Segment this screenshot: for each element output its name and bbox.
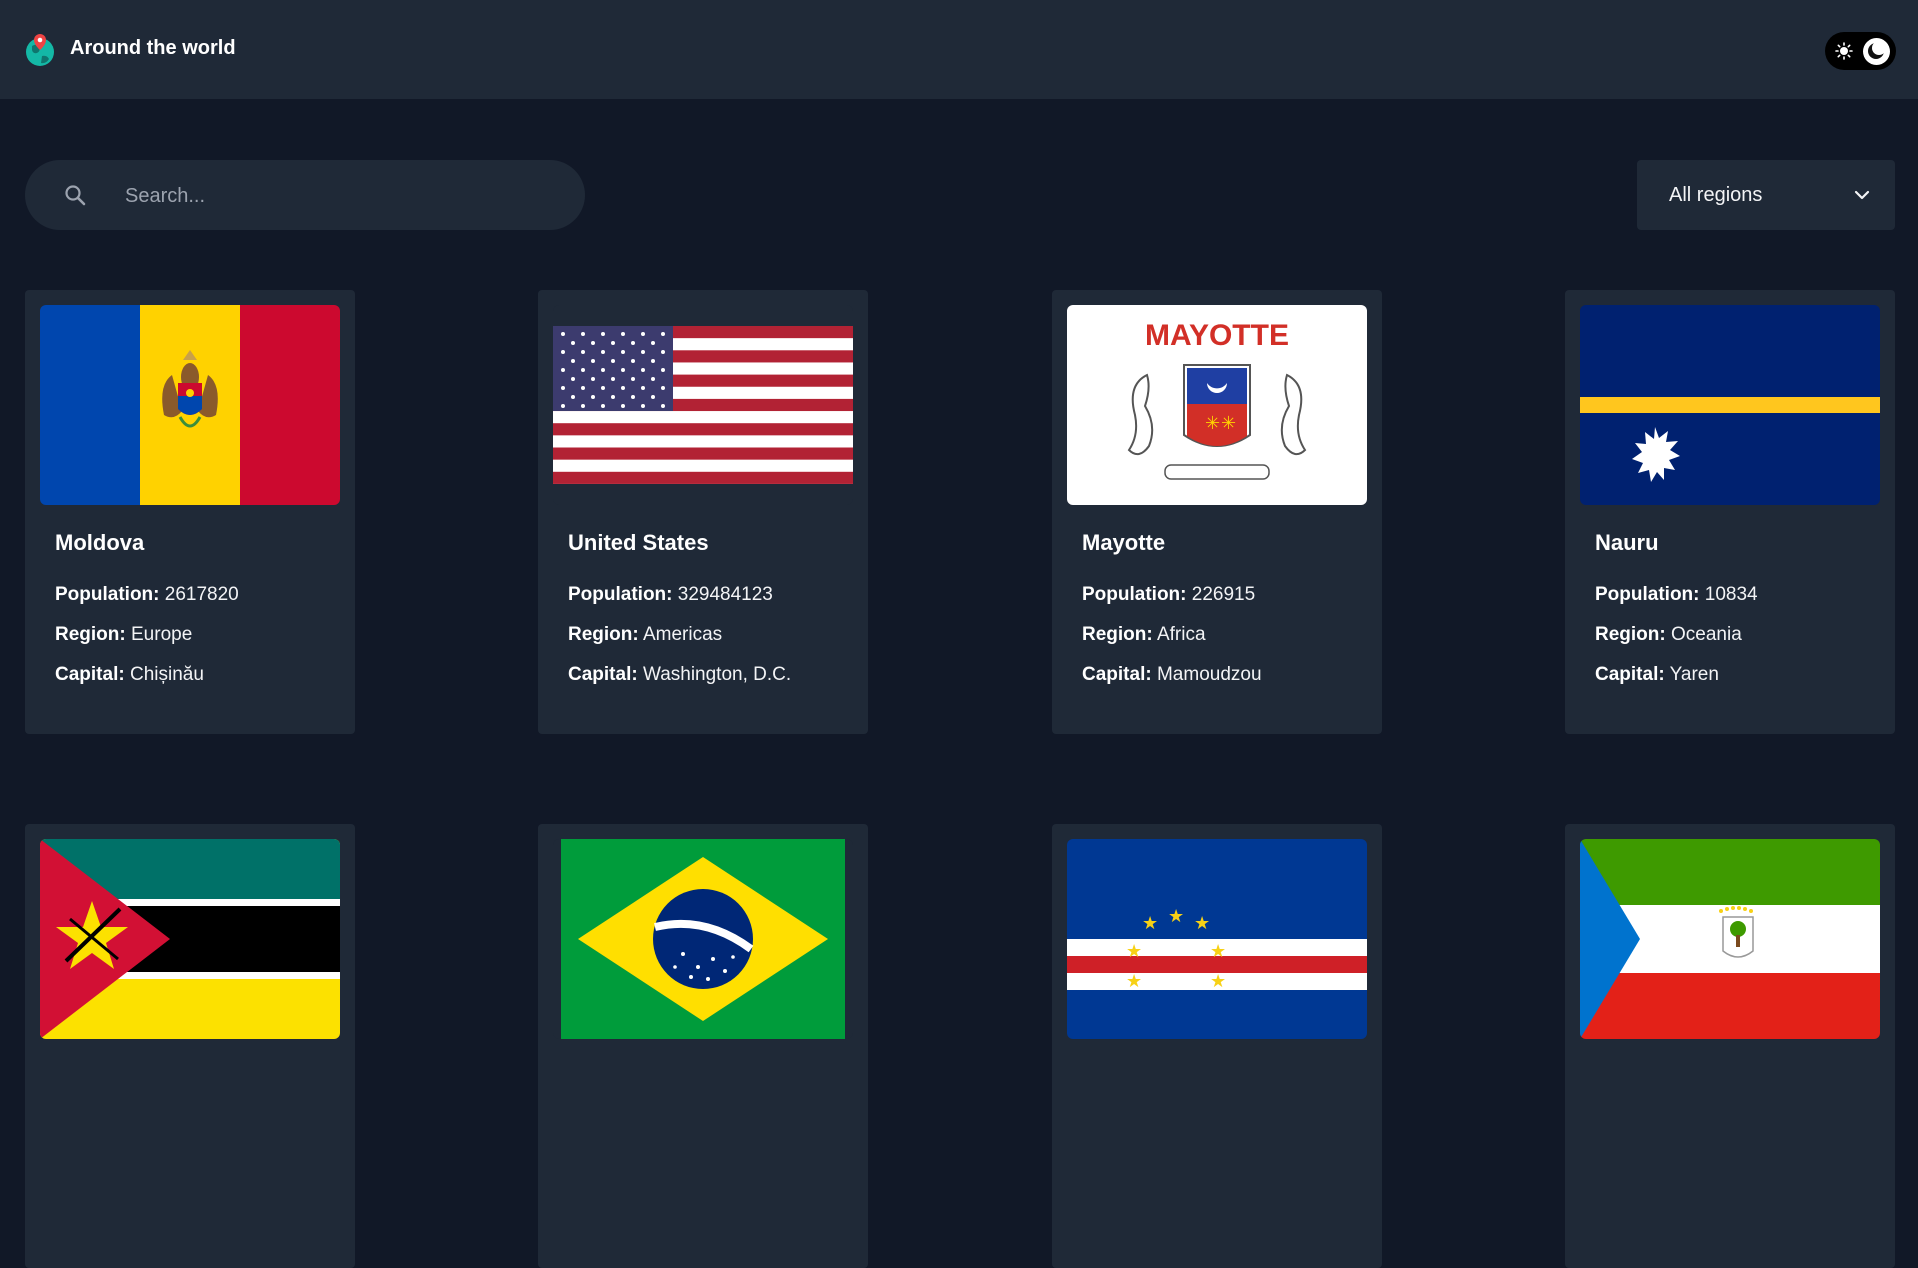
- population-label: Population:: [568, 584, 673, 605]
- moon-icon: [1868, 42, 1885, 59]
- app-title: Around the world: [70, 37, 236, 59]
- country-card[interactable]: ★ ★ ★ ★ ★ ★ ★: [1052, 824, 1382, 1268]
- population-value: 10834: [1704, 584, 1758, 605]
- region-value: Americas: [642, 624, 723, 645]
- capital-label: Capital:: [1082, 664, 1152, 685]
- country-card[interactable]: [25, 824, 355, 1268]
- globe-pin-icon: [26, 34, 54, 66]
- region-label: Region:: [55, 624, 126, 645]
- region-label: Region:: [1595, 624, 1666, 645]
- flag-text: MAYOTTE: [1145, 319, 1289, 352]
- capital-value: Chișinău: [129, 664, 204, 685]
- capital-stat: Capital: Chișinău: [55, 664, 204, 686]
- svg-text:✳: ✳: [1205, 413, 1220, 434]
- population-label: Population:: [55, 584, 160, 605]
- header: Around the world: [0, 0, 1918, 99]
- toggle-knob: [1863, 38, 1890, 65]
- search-icon: [65, 185, 86, 206]
- flag-image: [40, 839, 340, 1039]
- country-card[interactable]: MAYOTTE ✳ ✳ Mayotte Population: 226915 R…: [1052, 290, 1382, 734]
- country-card[interactable]: Nauru Population: 10834 Region: Oceania …: [1565, 290, 1895, 734]
- svg-text:★: ★: [1210, 971, 1226, 992]
- region-stat: Region: Oceania: [1595, 624, 1742, 646]
- flag-image: [553, 305, 853, 505]
- flag-image: [553, 839, 853, 1039]
- region-label: Region:: [568, 624, 639, 645]
- search-input[interactable]: [123, 160, 567, 232]
- capital-label: Capital:: [55, 664, 125, 685]
- region-filter-value: All regions: [1669, 184, 1763, 206]
- flag-image: MAYOTTE ✳ ✳: [1067, 305, 1367, 505]
- svg-text:★: ★: [1168, 906, 1184, 927]
- flag-image: [40, 305, 340, 505]
- flag-image: [1580, 839, 1880, 1039]
- capital-value: Yaren: [1669, 664, 1719, 685]
- population-value: 2617820: [164, 584, 239, 605]
- capital-label: Capital:: [568, 664, 638, 685]
- svg-text:★: ★: [1210, 941, 1226, 962]
- country-name: Nauru: [1595, 530, 1659, 555]
- svg-text:★: ★: [1142, 913, 1158, 934]
- population-stat: Population: 226915: [1082, 584, 1255, 606]
- country-name: United States: [568, 530, 709, 555]
- region-filter-select[interactable]: All regions: [1637, 160, 1895, 230]
- svg-text:★: ★: [1126, 971, 1142, 992]
- capital-stat: Capital: Yaren: [1595, 664, 1719, 686]
- region-stat: Region: Africa: [1082, 624, 1206, 646]
- region-stat: Region: Americas: [568, 624, 722, 646]
- flag-image: ★ ★ ★ ★ ★ ★ ★: [1067, 839, 1367, 1039]
- svg-text:✳: ✳: [1221, 413, 1236, 434]
- country-card[interactable]: [538, 824, 868, 1268]
- country-card[interactable]: [1565, 824, 1895, 1268]
- population-label: Population:: [1595, 584, 1700, 605]
- country-name: Mayotte: [1082, 530, 1166, 555]
- region-stat: Region: Europe: [55, 624, 192, 646]
- sun-icon: [1835, 42, 1853, 60]
- population-stat: Population: 10834: [1595, 584, 1758, 606]
- capital-stat: Capital: Washington, D.C.: [568, 664, 791, 686]
- country-card[interactable]: United States Population: 329484123 Regi…: [538, 290, 868, 734]
- theme-toggle[interactable]: [1825, 32, 1896, 70]
- region-label: Region:: [1082, 624, 1153, 645]
- capital-stat: Capital: Mamoudzou: [1082, 664, 1262, 686]
- population-value: 329484123: [677, 584, 773, 605]
- country-card[interactable]: Moldova Population: 2617820 Region: Euro…: [25, 290, 355, 734]
- capital-value: Washington, D.C.: [642, 664, 792, 685]
- svg-text:★: ★: [1126, 941, 1142, 962]
- region-value: Africa: [1156, 624, 1206, 645]
- flag-image: [1580, 305, 1880, 505]
- capital-label: Capital:: [1595, 664, 1665, 685]
- region-value: Oceania: [1671, 624, 1742, 645]
- population-value: 226915: [1191, 584, 1256, 605]
- population-label: Population:: [1082, 584, 1187, 605]
- population-stat: Population: 2617820: [55, 584, 239, 606]
- capital-value: Mamoudzou: [1156, 664, 1262, 685]
- svg-text:★: ★: [1194, 913, 1210, 934]
- region-value: Europe: [131, 624, 193, 645]
- country-name: Moldova: [55, 530, 145, 555]
- chevron-down-icon: [1854, 190, 1870, 200]
- population-stat: Population: 329484123: [568, 584, 773, 606]
- search-box: [25, 160, 585, 232]
